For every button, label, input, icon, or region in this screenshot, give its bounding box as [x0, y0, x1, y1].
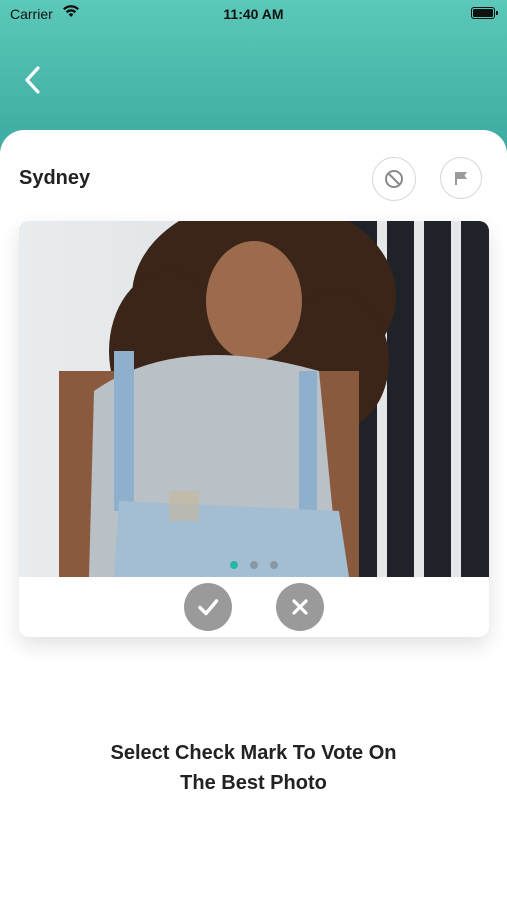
- pagination-dot[interactable]: [250, 561, 258, 569]
- instruction-line-1: Select Check Mark To Vote On: [110, 742, 397, 764]
- pagination-dot-active[interactable]: [230, 561, 238, 569]
- profile-name: Sydney: [19, 167, 91, 189]
- battery-icon: [471, 7, 498, 19]
- check-icon: [198, 599, 219, 616]
- profile-photo[interactable]: [19, 221, 489, 577]
- pagination-dot[interactable]: [270, 561, 278, 569]
- reject-vote-button[interactable]: [276, 583, 324, 631]
- photo-pagination: [19, 556, 489, 574]
- block-icon: [385, 170, 403, 188]
- chevron-left-icon: [25, 66, 40, 94]
- close-icon: [292, 599, 308, 615]
- photo-illustration: [19, 221, 489, 577]
- back-button[interactable]: [18, 62, 50, 98]
- instruction-text: Select Check Mark To Vote On The Best Ph…: [0, 738, 507, 798]
- approve-vote-button[interactable]: [184, 583, 232, 631]
- block-button[interactable]: [372, 157, 416, 201]
- report-flag-button[interactable]: [440, 157, 482, 199]
- clock: 11:40 AM: [223, 6, 284, 22]
- photo-card: [19, 221, 489, 637]
- status-bar: Carrier 11:40 AM: [0, 0, 507, 30]
- instruction-line-2: The Best Photo: [180, 772, 327, 794]
- flag-icon: [455, 172, 467, 185]
